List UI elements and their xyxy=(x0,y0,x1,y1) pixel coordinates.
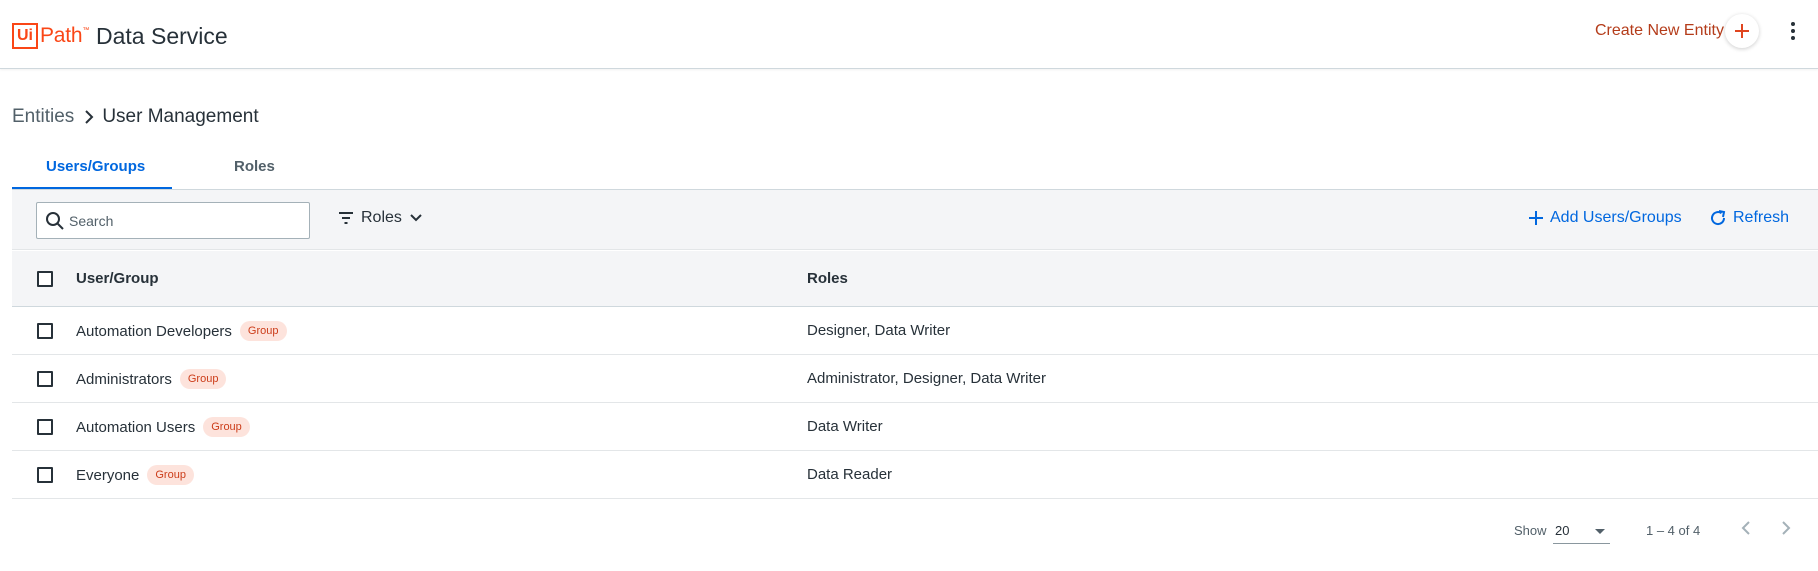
page-size-label: Show xyxy=(1514,523,1547,538)
create-entity-button[interactable]: Create New Entity xyxy=(1595,22,1724,40)
user-group-name: Administrators xyxy=(76,370,172,388)
next-page-button[interactable] xyxy=(1780,520,1792,541)
chevron-right-icon xyxy=(84,110,94,124)
tab-users-groups[interactable]: Users/Groups xyxy=(46,158,145,175)
group-badge: Group xyxy=(203,417,250,437)
create-entity-plus-button[interactable] xyxy=(1725,14,1759,48)
logo-trademark: ™ xyxy=(82,26,90,34)
users-groups-table: User/Group Roles Automation Developers G… xyxy=(12,251,1818,499)
refresh-label: Refresh xyxy=(1733,209,1790,226)
user-group-name: Automation Users xyxy=(76,418,196,436)
logo-text: Path xyxy=(40,24,83,47)
page-range-label: 1 – 4 of 4 xyxy=(1646,523,1701,538)
dropdown-arrow-icon xyxy=(1595,529,1605,534)
group-badge: Group xyxy=(179,369,227,389)
search-input[interactable] xyxy=(69,211,299,231)
user-group-name: Automation Developers xyxy=(76,322,232,340)
user-group-cell: Everyone Group xyxy=(76,465,194,485)
roles-cell: Administrator, Designer, Data Writer xyxy=(807,370,1046,387)
add-users-groups-label: Add Users/Groups xyxy=(1550,209,1682,226)
chevron-right-icon xyxy=(1782,521,1791,535)
chevron-left-icon xyxy=(1741,521,1750,535)
plus-icon xyxy=(1529,211,1543,225)
breadcrumb: Entities User Management xyxy=(12,106,259,128)
roles-cell: Designer, Data Writer xyxy=(807,322,951,339)
user-group-cell: Administrators Group xyxy=(76,369,227,389)
search-box[interactable] xyxy=(36,202,310,239)
row-checkbox[interactable] xyxy=(37,371,53,387)
filter-icon xyxy=(339,212,353,224)
user-group-name: Everyone xyxy=(76,466,140,484)
select-all-checkbox[interactable] xyxy=(37,271,53,287)
group-badge: Group xyxy=(147,465,194,485)
table-header-row: User/Group Roles xyxy=(12,251,1818,307)
search-icon xyxy=(46,212,64,230)
tab-bar: Users/Groups Roles xyxy=(12,148,1818,190)
refresh-button[interactable]: Refresh xyxy=(1709,209,1789,227)
more-vert-icon[interactable] xyxy=(1785,20,1801,44)
plus-icon xyxy=(1735,24,1749,38)
user-group-cell: Automation Users Group xyxy=(76,417,250,437)
breadcrumb-current: User Management xyxy=(102,106,259,127)
roles-filter-label: Roles xyxy=(361,209,402,226)
add-users-groups-button[interactable]: Add Users/Groups xyxy=(1528,209,1682,227)
table-row[interactable]: Administrators Group Administrator, Desi… xyxy=(12,355,1818,403)
group-badge: Group xyxy=(239,321,287,341)
column-header-user-group[interactable]: User/Group xyxy=(76,270,159,287)
table-row[interactable]: Automation Developers Group Designer, Da… xyxy=(12,307,1818,355)
column-header-roles[interactable]: Roles xyxy=(807,270,848,287)
user-group-cell: Automation Developers Group xyxy=(76,321,287,341)
active-tab-indicator xyxy=(12,187,172,189)
previous-page-button[interactable] xyxy=(1740,520,1752,541)
table-toolbar: Roles Add Users/Groups Refresh xyxy=(12,190,1818,250)
table-row[interactable]: Everyone Group Data Reader xyxy=(12,451,1818,499)
breadcrumb-entities-link[interactable]: Entities xyxy=(12,106,74,128)
roles-filter-dropdown[interactable]: Roles xyxy=(339,209,422,227)
row-checkbox[interactable] xyxy=(37,419,53,435)
app-title: Data Service xyxy=(96,23,228,49)
row-checkbox[interactable] xyxy=(37,467,53,483)
page-size-select[interactable]: 20 xyxy=(1553,517,1610,544)
tab-roles[interactable]: Roles xyxy=(234,158,275,175)
uipath-logo[interactable]: Ui Path ™ xyxy=(12,22,89,50)
row-checkbox[interactable] xyxy=(37,323,53,339)
roles-cell: Data Writer xyxy=(807,418,883,435)
roles-cell: Data Reader xyxy=(807,466,893,483)
logo-box: Ui xyxy=(12,23,38,49)
app-header: Ui Path ™ Data Service Create New Entity xyxy=(0,0,1818,69)
chevron-down-icon xyxy=(410,214,422,222)
refresh-icon xyxy=(1711,210,1726,226)
page-size-value: 20 xyxy=(1555,523,1570,538)
table-row[interactable]: Automation Users Group Data Writer xyxy=(12,403,1818,451)
